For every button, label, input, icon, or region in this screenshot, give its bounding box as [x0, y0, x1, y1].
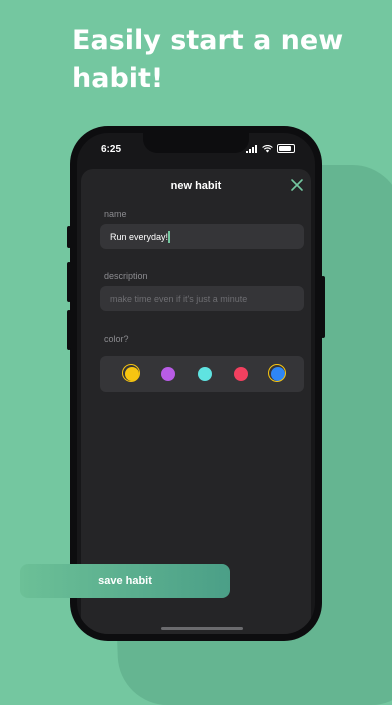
- color-label: color?: [104, 334, 129, 344]
- sheet-title: new habit: [170, 180, 222, 192]
- status-bar: 6:25: [77, 133, 315, 163]
- description-placeholder: make time even if it's just a minute: [110, 293, 248, 304]
- name-label: name: [104, 209, 127, 219]
- save-habit-button[interactable]: save habit: [20, 564, 230, 598]
- close-icon[interactable]: [289, 177, 305, 193]
- battery-icon: [277, 144, 295, 153]
- power-button: [321, 276, 325, 338]
- name-value: Run everyday!: [110, 231, 169, 242]
- color-swatch-cyan[interactable]: [198, 367, 212, 381]
- description-label: description: [104, 271, 148, 281]
- color-swatch-blue[interactable]: [268, 364, 286, 382]
- color-picker: [100, 356, 304, 392]
- status-time: 6:25: [101, 144, 122, 155]
- volume-up-button: [67, 262, 71, 302]
- text-caret: [168, 230, 171, 243]
- name-field[interactable]: Run everyday!: [100, 224, 304, 249]
- screen: 6:25 new habit name Run everyday! descri…: [77, 133, 315, 634]
- mute-switch: [67, 226, 71, 248]
- color-swatch-yellow[interactable]: [122, 364, 140, 382]
- color-swatch-red[interactable]: [234, 367, 248, 381]
- description-field[interactable]: make time even if it's just a minute: [100, 286, 304, 311]
- color-swatch-purple[interactable]: [161, 367, 175, 381]
- status-icons: [246, 144, 295, 153]
- home-indicator: [161, 627, 243, 630]
- headline: Easily start a new habit!: [72, 25, 344, 94]
- wifi-icon: [262, 144, 273, 152]
- notch: [143, 133, 249, 153]
- volume-down-button: [67, 310, 71, 350]
- signal-icon: [246, 144, 257, 153]
